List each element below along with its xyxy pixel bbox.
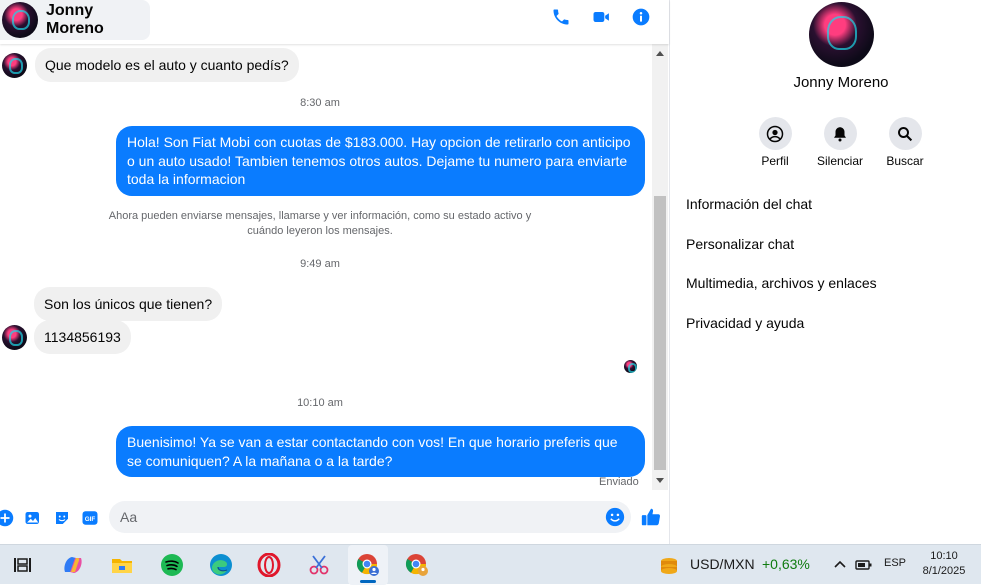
windows-taskbar: USD/MXN +0,63% ESP 10:10 8/1/2025 bbox=[0, 544, 981, 585]
clock-date: 8/1/2025 bbox=[922, 565, 966, 577]
profile-action-label: Perfil bbox=[761, 154, 789, 168]
profile-name: Jonny Moreno bbox=[793, 74, 889, 91]
profile-action-label: Buscar bbox=[886, 154, 924, 168]
mute-button[interactable] bbox=[823, 117, 857, 150]
timestamp: 10:10 am bbox=[297, 397, 343, 409]
phone-icon bbox=[553, 9, 569, 25]
search-button[interactable] bbox=[888, 117, 922, 150]
seen-indicator-avatar bbox=[624, 360, 637, 373]
sender-avatar[interactable] bbox=[2, 324, 27, 350]
copilot-app[interactable] bbox=[53, 545, 93, 585]
incoming-message[interactable]: Son los únicos que tienen? bbox=[34, 287, 223, 321]
task-view-icon bbox=[14, 558, 31, 572]
contact-avatar[interactable] bbox=[2, 2, 38, 38]
chat-header: Jonny Moreno bbox=[0, 0, 669, 44]
message-input[interactable] bbox=[120, 508, 600, 526]
timestamp: 8:30 am bbox=[300, 97, 340, 109]
header-actions bbox=[547, 5, 655, 29]
message-row: Hola! Son Fiat Mobi con cuotas de $183.0… bbox=[116, 126, 645, 196]
currency-change: +0,63% bbox=[762, 556, 810, 572]
chrome-icon bbox=[405, 554, 428, 576]
profile-action-label: Silenciar bbox=[816, 154, 864, 168]
currency-ticker[interactable]: USD/MXN bbox=[690, 556, 755, 572]
profile-avatar[interactable] bbox=[809, 2, 874, 67]
message-row: Que modelo es el auto y cuanto pedís? bbox=[2, 48, 299, 82]
profile-action-silenciar[interactable]: Silenciar bbox=[808, 117, 872, 168]
scissors-icon bbox=[309, 555, 329, 575]
outgoing-message[interactable]: Buenisimo! Ya se van a estar contactando… bbox=[116, 426, 645, 477]
more-actions-button[interactable] bbox=[0, 508, 15, 528]
messenger-window: Jonny Moreno Que modelo es el auto y cua… bbox=[0, 0, 981, 544]
edge-icon bbox=[210, 554, 232, 576]
message-scrollbar[interactable] bbox=[652, 44, 668, 490]
message-row: Buenisimo! Ya se van a estar contactando… bbox=[116, 426, 645, 477]
contact-name[interactable]: Jonny Moreno bbox=[46, 2, 150, 38]
task-view-button[interactable] bbox=[2, 545, 42, 585]
coins-icon bbox=[661, 558, 677, 574]
attach-media-button[interactable] bbox=[23, 508, 43, 528]
chrome-app[interactable] bbox=[397, 545, 437, 585]
chevron-up-icon[interactable] bbox=[833, 558, 847, 570]
message-row: Son los únicos que tienen? bbox=[34, 287, 223, 321]
chat-column: Jonny Moreno Que modelo es el auto y cua… bbox=[0, 0, 670, 544]
timestamp: 9:49 am bbox=[300, 258, 340, 270]
info-icon bbox=[632, 8, 650, 26]
snipping-tool-app[interactable] bbox=[299, 545, 339, 585]
folder-icon bbox=[112, 559, 132, 573]
connection-notice: Ahora pueden enviarse mensajes, llamarse… bbox=[108, 210, 532, 237]
message-input-box[interactable] bbox=[109, 501, 631, 533]
delivery-status: Enviado bbox=[599, 476, 639, 488]
image-icon bbox=[25, 512, 39, 524]
menu-media-files-links[interactable]: Multimedia, archivos y enlaces bbox=[686, 275, 877, 291]
chrome-app-active[interactable] bbox=[348, 545, 388, 585]
message-row: 1134856193 bbox=[2, 320, 131, 354]
clock-time: 10:10 bbox=[930, 550, 958, 562]
search-icon bbox=[898, 126, 913, 141]
spotify-icon bbox=[161, 554, 183, 576]
voice-call-button[interactable] bbox=[547, 5, 575, 29]
sticker-icon bbox=[56, 512, 68, 524]
menu-privacy-help[interactable]: Privacidad y ayuda bbox=[686, 315, 804, 331]
incoming-message[interactable]: Que modelo es el auto y cuanto pedís? bbox=[35, 48, 299, 82]
profile-action-perfil[interactable]: Perfil bbox=[743, 117, 807, 168]
header-contact[interactable]: Jonny Moreno bbox=[0, 0, 150, 40]
scroll-down-arrow-icon[interactable] bbox=[656, 478, 664, 483]
outgoing-message[interactable]: Hola! Son Fiat Mobi con cuotas de $183.0… bbox=[116, 126, 645, 196]
file-explorer-app[interactable] bbox=[102, 545, 142, 585]
thumbs-up-icon[interactable] bbox=[640, 506, 662, 528]
user-circle-icon bbox=[766, 125, 784, 142]
input-language[interactable]: ESP bbox=[884, 557, 906, 569]
scroll-up-arrow-icon[interactable] bbox=[656, 51, 664, 56]
menu-customize-chat[interactable]: Personalizar chat bbox=[686, 236, 794, 252]
chrome-profile-icon bbox=[356, 554, 379, 576]
video-call-button[interactable] bbox=[587, 5, 615, 29]
svg-text:GIF: GIF bbox=[85, 516, 96, 523]
emoji-icon[interactable] bbox=[605, 507, 625, 527]
menu-chat-info[interactable]: Información del chat bbox=[686, 196, 812, 212]
sender-avatar[interactable] bbox=[2, 52, 27, 78]
spotify-app[interactable] bbox=[152, 545, 192, 585]
chat-details-panel: Jonny Moreno Perfil Silenciar Buscar Inf… bbox=[671, 0, 981, 544]
edge-app[interactable] bbox=[201, 545, 241, 585]
system-clock[interactable]: 10:10 8/1/2025 bbox=[912, 549, 976, 579]
sticker-button[interactable] bbox=[52, 508, 72, 528]
opera-icon bbox=[257, 553, 281, 577]
profile-button[interactable] bbox=[758, 117, 792, 150]
gif-icon: GIF bbox=[82, 511, 98, 525]
copilot-icon bbox=[64, 557, 82, 573]
message-list[interactable]: Que modelo es el auto y cuanto pedís? 8:… bbox=[0, 44, 652, 490]
incoming-message[interactable]: 1134856193 bbox=[34, 320, 131, 354]
plus-circle-icon bbox=[0, 509, 14, 527]
scroll-thumb[interactable] bbox=[654, 196, 666, 470]
profile-action-buscar[interactable]: Buscar bbox=[873, 117, 937, 168]
video-icon bbox=[593, 12, 609, 22]
bell-icon bbox=[834, 126, 846, 141]
composer: GIF bbox=[0, 496, 669, 540]
network-battery-icon[interactable] bbox=[855, 557, 873, 573]
chat-info-button[interactable] bbox=[627, 5, 655, 29]
gif-button[interactable]: GIF bbox=[80, 508, 100, 528]
opera-app[interactable] bbox=[249, 545, 289, 585]
